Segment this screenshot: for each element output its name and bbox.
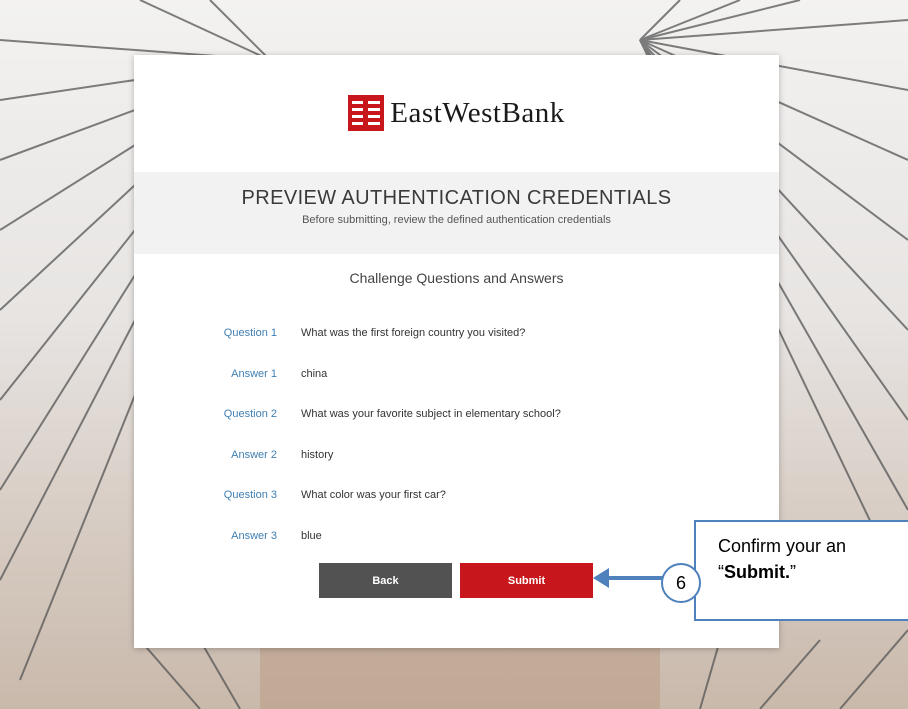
page-title: PREVIEW AUTHENTICATION CREDENTIALS	[241, 187, 672, 209]
question-3-value: What color was your first car?	[301, 489, 446, 501]
question-1-value: What was the first foreign country you v…	[301, 327, 526, 339]
instruction-callout: Confirm your an “Submit.”	[694, 520, 908, 621]
callout-line-1: Confirm your an	[718, 536, 847, 556]
question-2-value: What was your favorite subject in elemen…	[301, 408, 561, 420]
back-button[interactable]: Back	[319, 563, 452, 598]
answer-3-value: blue	[301, 530, 322, 542]
step-number-badge: 6	[661, 563, 701, 603]
arrow-left-icon	[593, 568, 663, 588]
bank-logo-text: EastWestBank	[390, 97, 564, 130]
qa-row-answer-1: Answer 1 china	[134, 368, 779, 386]
question-2-label: Question 2	[223, 408, 277, 420]
callout-line-2: “Submit.”	[718, 562, 796, 583]
logo-main-text: EastWest	[390, 96, 502, 129]
answer-1-label: Answer 1	[231, 368, 277, 380]
answer-2-label: Answer 2	[231, 449, 277, 461]
bank-logo-icon	[348, 95, 385, 131]
preview-card: EastWestBank PREVIEW AUTHENTICATION CRED…	[134, 55, 779, 648]
question-3-label: Question 3	[223, 489, 277, 501]
qa-row-question-3: Question 3 What color was your first car…	[134, 489, 779, 507]
submit-button[interactable]: Submit	[460, 563, 593, 598]
answer-1-value: china	[301, 368, 328, 380]
section-heading: Challenge Questions and Answers	[349, 270, 564, 286]
callout-close-quote: ”	[790, 562, 796, 582]
qa-row-question-2: Question 2 What was your favorite subjec…	[134, 408, 779, 426]
title-band: PREVIEW AUTHENTICATION CREDENTIALS Befor…	[134, 172, 779, 254]
qa-row-answer-3: Answer 3 blue	[134, 530, 779, 548]
bank-logo: EastWestBank	[134, 93, 779, 133]
question-1-label: Question 1	[223, 327, 277, 339]
qa-row-answer-2: Answer 2 history	[134, 449, 779, 467]
callout-submit-text: Submit.	[724, 562, 790, 582]
page-subtitle: Before submitting, review the defined au…	[302, 214, 611, 226]
qa-row-question-1: Question 1 What was the first foreign co…	[134, 327, 779, 345]
answer-3-label: Answer 3	[231, 530, 277, 542]
answer-2-value: history	[301, 449, 334, 461]
logo-bank-text: Bank	[501, 96, 565, 129]
